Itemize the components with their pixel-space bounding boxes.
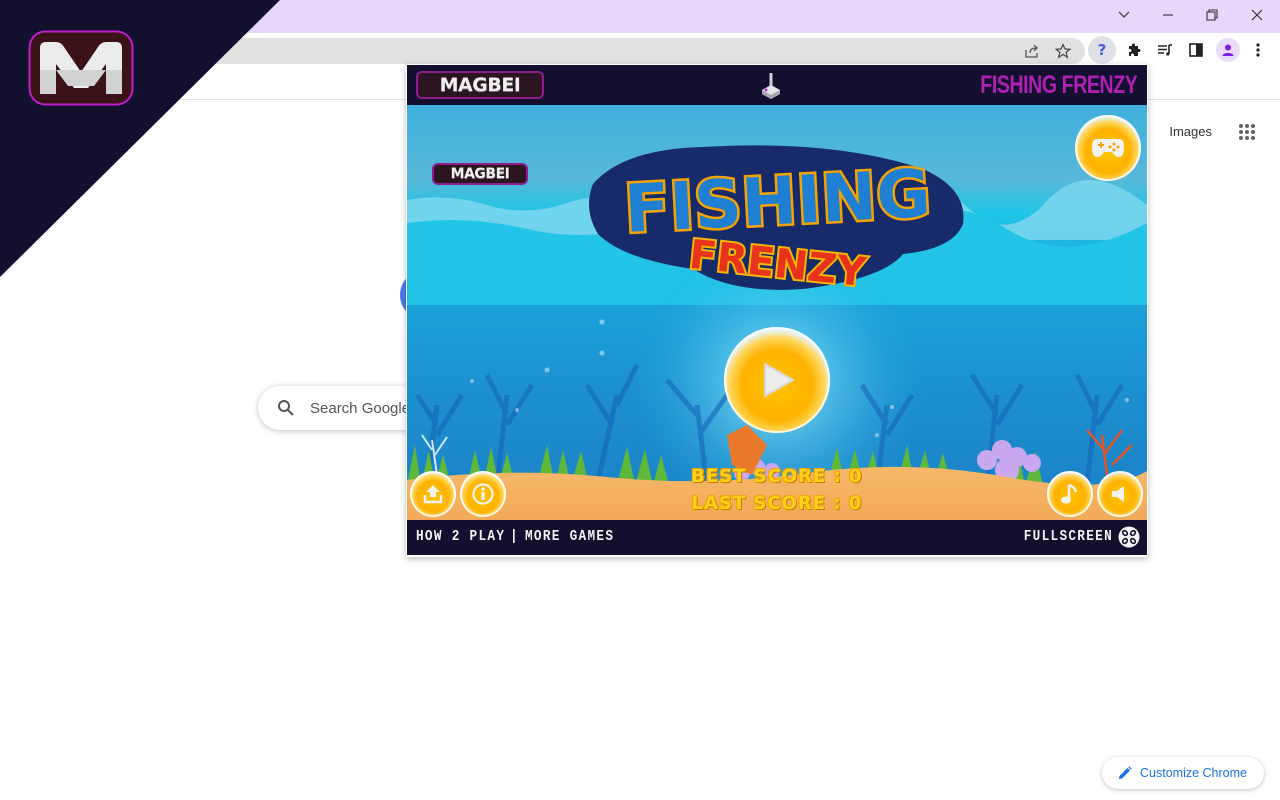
pencil-icon [1119,766,1132,779]
footer-separator: | [510,528,519,545]
chevron-down-icon [1118,11,1130,18]
fullscreen-label[interactable]: FULLSCREEN [1024,528,1113,545]
last-score-value: 0 [848,493,863,514]
help-extension-button[interactable]: ? [1088,36,1116,64]
browser-window: ? ail Images [0,0,1280,800]
tab-search-button[interactable] [1102,0,1146,30]
search-icon [278,400,294,416]
media-controls-button[interactable] [1151,36,1179,64]
popup-header: MAGBEI FISHING FRENZY [407,65,1147,105]
play-icon [764,363,794,397]
minimize-button[interactable] [1146,0,1190,30]
share-icon [1025,44,1038,58]
side-panel-icon [1189,43,1203,57]
how-to-play-link[interactable]: HOW 2 PLAY [416,528,505,545]
gamepad-icon [1092,139,1124,157]
images-link[interactable]: Images [1169,124,1212,139]
media-queue-icon [1158,44,1172,56]
fullscreen-icon[interactable] [1118,526,1140,548]
title-line-1: FISHING [623,155,933,248]
restore-icon [1206,9,1218,21]
extensions-button[interactable] [1120,36,1148,64]
apps-grid-icon [1239,124,1255,140]
game-popup: MAGBEI FISHING FRENZY MAGBEI FISHING FRE… [406,64,1148,557]
last-score: LAST SCORE : 0 [407,493,1147,514]
magbei-header-logo[interactable]: MAGBEI [416,71,544,99]
last-score-label: LAST SCORE : [691,493,849,514]
side-panel-button[interactable] [1182,36,1210,64]
best-score-label: BEST SCORE : [691,466,850,487]
address-bar[interactable] [150,38,1085,64]
profile-button[interactable] [1214,36,1242,64]
bookmark-star-icon [1055,43,1071,59]
extension-help-icon: ? [1097,41,1107,59]
play-button[interactable] [724,327,830,433]
more-menu-button[interactable] [1244,36,1272,64]
best-score: BEST SCORE : 0 [407,466,1147,487]
more-games-link[interactable]: MORE GAMES [525,528,614,545]
popup-footer: HOW 2 PLAY | MORE GAMES FULLSCREEN [407,520,1147,555]
search-placeholder: Search Google [310,399,411,417]
header-game-title: FISHING FRENZY [979,71,1137,99]
extensions-puzzle-icon [1129,43,1141,56]
magbei-m-logo [28,30,134,106]
google-apps-button[interactable] [1238,123,1256,141]
game-title-logo: FISHING FRENZY [589,145,964,298]
close-icon [1251,9,1263,21]
bookmark-button[interactable] [1052,40,1074,62]
share-button[interactable] [1021,40,1043,62]
close-window-button[interactable] [1235,0,1279,30]
magbei-game-logo[interactable]: MAGBEI [432,163,528,185]
more-games-button[interactable] [1075,115,1141,181]
customize-chrome-button[interactable]: Customize Chrome [1102,757,1264,789]
minimize-icon [1163,14,1173,16]
best-score-value: 0 [849,466,863,487]
game-canvas[interactable]: MAGBEI FISHING FRENZY BEST SCORE: 0 LAS… [407,105,1147,520]
restore-button[interactable] [1190,0,1234,30]
joystick-icon [762,73,780,99]
customize-chrome-label: Customize Chrome [1140,766,1247,780]
more-menu-icon [1256,43,1260,57]
profile-avatar-icon [1222,44,1234,56]
